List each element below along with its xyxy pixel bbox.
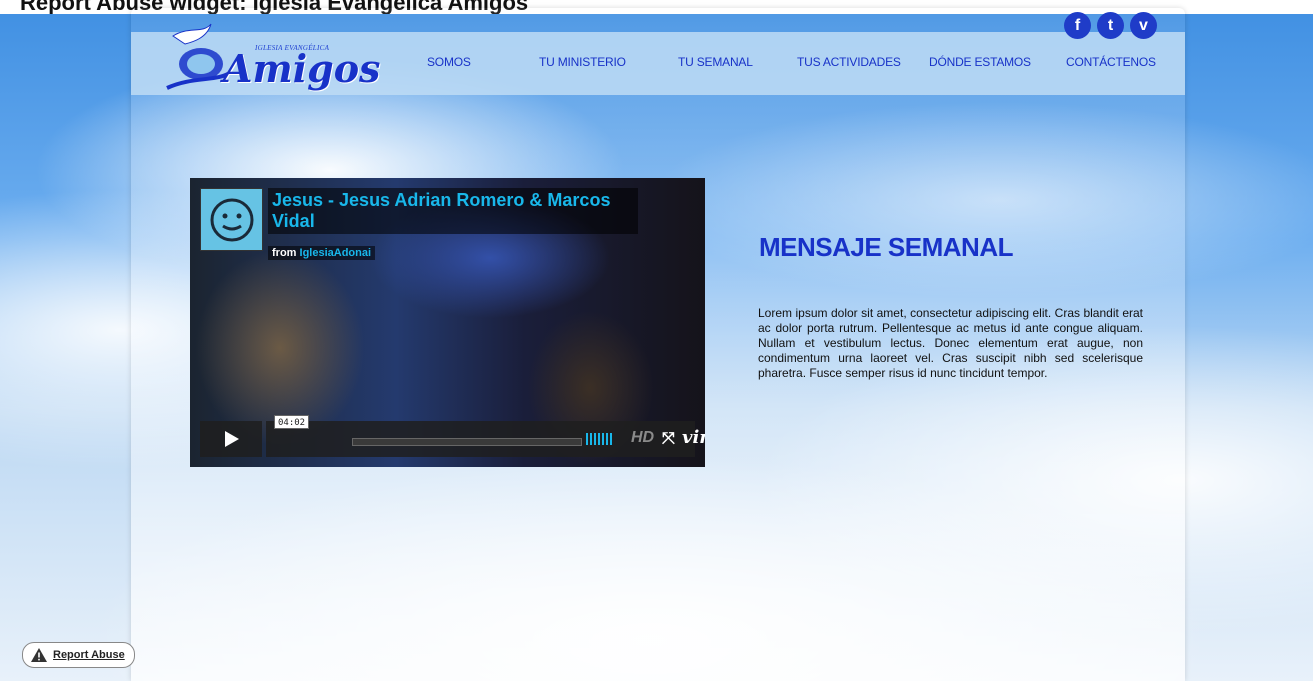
fullscreen-icon[interactable]: ⤧ — [662, 428, 675, 448]
message-body: Lorem ipsum dolor sit amet, consectetur … — [758, 306, 1143, 380]
twitter-icon[interactable]: t — [1097, 12, 1124, 39]
video-byline: from IglesiaAdonai — [268, 246, 376, 260]
video-player[interactable]: Jesus - Jesus Adrian Romero & Marcos Vid… — [190, 178, 705, 467]
nav-tu-semanal[interactable]: TU SEMANAL — [678, 55, 753, 69]
play-icon — [225, 431, 239, 447]
facebook-icon[interactable]: f — [1064, 12, 1091, 39]
play-button[interactable] — [200, 421, 262, 457]
main-nav: SOMOS TU MINISTERIO TU SEMANAL TUS ACTIV… — [131, 55, 1185, 75]
vimeo-icon[interactable]: v — [1130, 12, 1157, 39]
nav-contactenos[interactable]: CONTÁCTENOS — [1066, 55, 1156, 69]
warning-icon — [31, 648, 47, 662]
progress-bar[interactable] — [352, 438, 582, 446]
nav-somos[interactable]: SOMOS — [427, 55, 471, 69]
video-from-label: from — [272, 247, 297, 259]
nav-tu-ministerio[interactable]: TU MINISTERIO — [539, 55, 626, 69]
vimeo-logo[interactable]: vimeo — [682, 427, 705, 448]
smiley-face-icon — [210, 198, 253, 241]
video-controls: HD ⤧ vimeo 04:02 — [200, 415, 705, 457]
video-uploader-link[interactable]: IglesiaAdonai — [300, 247, 372, 259]
social-links: f t v — [1064, 12, 1157, 39]
control-bar: HD ⤧ vimeo — [266, 421, 705, 457]
uploader-avatar[interactable] — [200, 188, 263, 251]
report-abuse-button[interactable]: Report Abuse — [22, 642, 135, 668]
video-title-box: Jesus - Jesus Adrian Romero & Marcos Vid… — [268, 188, 638, 234]
volume-control[interactable] — [586, 433, 612, 445]
vimeo-glyph: v — [1139, 16, 1148, 34]
page-panel: f t v IGLESIA EVANGÉLICA Amigos SOMOS TU… — [131, 8, 1185, 681]
facebook-glyph: f — [1074, 16, 1081, 34]
twitter-glyph: t — [1107, 16, 1114, 34]
duration-label: 04:02 — [274, 415, 310, 429]
video-title[interactable]: Jesus - Jesus Adrian Romero & Marcos Vid… — [272, 190, 632, 232]
hd-toggle[interactable]: HD — [631, 429, 654, 447]
nav-donde-estamos[interactable]: DÓNDE ESTAMOS — [929, 55, 1031, 69]
report-abuse-label: Report Abuse — [53, 649, 125, 661]
message-title: MENSAJE SEMANAL — [759, 232, 1013, 262]
nav-tus-actividades[interactable]: TUS ACTIVIDADES — [797, 55, 901, 69]
